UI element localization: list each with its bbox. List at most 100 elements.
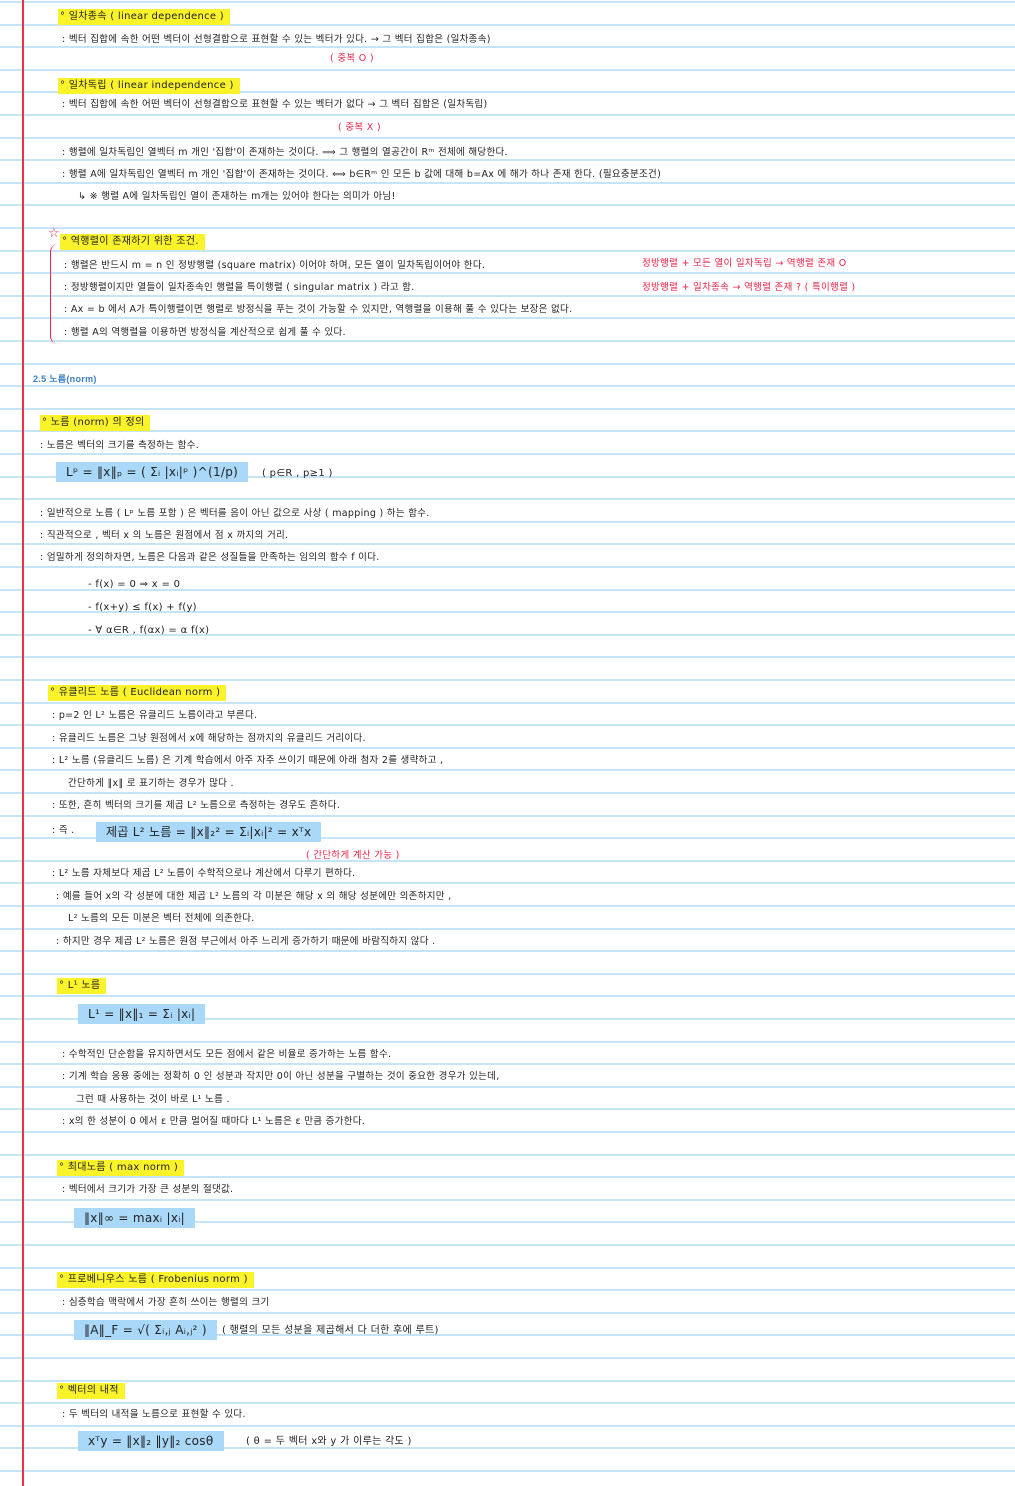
note-line: : 수학적인 단순함을 유지하면서도 모든 점에서 같은 비율로 증가하는 노름…	[62, 1049, 392, 1060]
note-line: : 벡터 집합에 속한 어떤 벡터이 선형결합으로 표현할 수 있는 벡터가 있…	[62, 34, 491, 45]
rule-line	[0, 1312, 1015, 1314]
formula-box: ‖x‖∞ = maxᵢ |xᵢ|	[74, 1208, 196, 1228]
rule-line	[0, 453, 1015, 455]
rule-line	[0, 1289, 1015, 1291]
note-line: : 행렬은 반드시 m = n 인 정방행렬 (square matrix) 이…	[64, 260, 486, 271]
note-line: ( p∈R , p≥1 )	[262, 468, 333, 479]
rule-line	[0, 860, 1015, 862]
note-line: : 정방행렬이지만 열들이 일차종속인 행렬을 특이행렬 ( singular …	[64, 282, 415, 293]
chapter-title: 2.5 노름(norm)	[33, 374, 97, 384]
rule-line	[0, 973, 1015, 975]
note-line: ( 행렬의 모든 성분을 제곱해서 다 더한 후에 루트)	[222, 1325, 439, 1336]
note-line: : 노름은 벡터의 크기를 측정하는 함수.	[40, 440, 200, 451]
section-heading: ° 노름 (norm) 의 정의	[40, 415, 151, 431]
formula-box: Lᵖ = ‖x‖ₚ = ( Σᵢ |xᵢ|ᵖ )^(1/p)	[56, 462, 249, 482]
red-annotation: ( 중복 O )	[330, 53, 374, 64]
rule-line	[0, 724, 1015, 726]
note-line: : 즉 .	[52, 825, 75, 836]
rule-line	[0, 1425, 1015, 1427]
note-line: : p=2 인 L² 노름은 유클리드 노름이라고 부른다.	[52, 710, 258, 721]
section-heading: ° 벡터의 내적	[57, 1383, 125, 1399]
rule-line	[0, 363, 1015, 365]
rule-line	[0, 656, 1015, 658]
red-annotation: 정방행렬 + 모든 열이 일차독립 → 역행렬 존재 O	[642, 258, 847, 269]
note-line: - f(x) = 0 ⇒ x = 0	[88, 579, 181, 590]
section-heading: ° 프로베니우스 노름 ( Frobenius norm )	[57, 1272, 254, 1288]
rule-line	[0, 792, 1015, 794]
note-line: : x의 한 성분이 0 에서 ε 만큼 멀어질 때마다 L¹ 노름은 ε 만큼…	[62, 1116, 366, 1127]
note-line: : 유클리드 노름은 그냥 원점에서 x에 해당하는 점까지의 유클리드 거리이…	[52, 733, 366, 744]
note-line: ( θ = 두 벡터 x와 y 가 이루는 각도 )	[246, 1436, 412, 1447]
rule-line	[0, 1470, 1015, 1472]
rule-line	[0, 340, 1015, 342]
rule-line	[0, 317, 1015, 319]
rule-line	[0, 995, 1015, 997]
rule-line	[0, 182, 1015, 184]
section-heading: ° 일차독립 ( linear independence )	[58, 78, 240, 94]
rule-line	[0, 1199, 1015, 1201]
note-line: : 심층학습 맥락에서 가장 흔히 쓰이는 행렬의 크기	[62, 1297, 270, 1308]
rule-line	[0, 1267, 1015, 1269]
rule-line	[0, 566, 1015, 568]
note-line: : 일반적으로 노름 ( Lᵖ 노름 포함 ) 은 벡터를 음이 아닌 값으로 …	[40, 508, 430, 519]
rule-line	[0, 295, 1015, 297]
rule-line	[0, 815, 1015, 817]
rule-line	[0, 882, 1015, 884]
rule-line	[0, 769, 1015, 771]
red-annotation: ( 중복 X )	[338, 122, 381, 133]
formula-box: ‖A‖_F = √( Σᵢ,ⱼ Aᵢ,ⱼ² )	[74, 1320, 217, 1340]
note-line: : 행렬 A의 역행렬을 이용하면 방정식을 계산적으로 쉽게 풀 수 있다.	[64, 327, 346, 338]
rule-line	[0, 905, 1015, 907]
bracket-mark	[50, 244, 59, 344]
rule-line	[0, 1244, 1015, 1246]
section-heading: ° L¹ 노름	[57, 978, 107, 994]
note-line: ↳ ※ 행렬 A에 일차독립인 열이 존재하는 m개는 있어야 한다는 의미가 …	[78, 191, 396, 202]
rule-line	[0, 543, 1015, 545]
formula-box: 제곱 L² 노름 = ‖x‖₂² = Σᵢ|xᵢ|² = xᵀx	[96, 822, 322, 842]
rule-line	[0, 1, 1015, 3]
rule-line	[0, 250, 1015, 252]
note-line: : 직관적으로 , 벡터 x 의 노름은 원점에서 점 x 까지의 거리.	[40, 530, 289, 541]
note-line: : 행렬 A에 일차독립인 열벡터 m 개인 '집합'이 존재하는 것이다. ⟺…	[62, 169, 662, 180]
note-line: : 엄밀하게 정의하자면, 노름은 다음과 같은 성질들을 만족하는 임의의 함…	[40, 552, 380, 563]
formula-box: L¹ = ‖x‖₁ = Σᵢ |xᵢ|	[78, 1004, 206, 1024]
rule-line	[0, 1176, 1015, 1178]
rule-line	[0, 385, 1015, 387]
rule-line	[0, 702, 1015, 704]
note-line: : L² 노름 (유클리드 노름) 은 기계 학습에서 아주 자주 쓰이기 때문…	[52, 755, 444, 766]
note-line: 그런 때 사용하는 것이 바로 L¹ 노름 .	[76, 1094, 230, 1105]
rule-line	[0, 69, 1015, 71]
rule-line	[0, 137, 1015, 139]
rule-line	[0, 1131, 1015, 1133]
rule-line	[0, 498, 1015, 500]
margin-line	[22, 0, 24, 1486]
rule-line	[0, 1041, 1015, 1043]
rule-line	[0, 1357, 1015, 1359]
rule-line	[0, 204, 1015, 206]
note-line: : 또한, 흔히 벡터의 크기를 제곱 L² 노름으로 측정하는 경우도 흔하다…	[52, 800, 341, 811]
rule-line	[0, 227, 1015, 229]
note-line: - f(x+y) ≤ f(x) + f(y)	[88, 602, 197, 613]
rule-line	[0, 1154, 1015, 1156]
section-heading: ° 최대노름 ( max norm )	[57, 1160, 185, 1176]
rule-line	[0, 430, 1015, 432]
rule-line	[0, 1108, 1015, 1110]
rule-line	[0, 928, 1015, 930]
rule-line	[0, 1380, 1015, 1382]
rule-line	[0, 950, 1015, 952]
red-annotation: ( 간단하게 계산 가능 )	[306, 850, 400, 861]
formula-box: xᵀy = ‖x‖₂ ‖y‖₂ cosθ	[78, 1431, 224, 1451]
note-line: - ∀ α∈R , f(αx) = α f(x)	[88, 625, 210, 636]
section-heading: ° 일차종속 ( linear dependence )	[58, 9, 231, 25]
rule-line	[0, 114, 1015, 116]
note-line: : 예를 들어 x의 각 성분에 대한 제곱 L² 노름의 각 미분은 해당 x…	[56, 891, 452, 902]
rule-line	[0, 408, 1015, 410]
rule-line	[0, 679, 1015, 681]
note-line: : 기계 학습 응용 중에는 정확히 0 인 성분과 작지만 0이 아닌 성분을…	[62, 1071, 500, 1082]
rule-line	[0, 1402, 1015, 1404]
note-line: : 벡터 집합에 속한 어떤 벡터이 선형결합으로 표현할 수 있는 벡터가 없…	[62, 99, 488, 110]
rule-line	[0, 1063, 1015, 1065]
section-heading: ° 역행렬이 존재하기 위한 조건.	[60, 234, 205, 250]
note-line: 간단하게 ‖x‖ 로 표기하는 경우가 많다 .	[68, 778, 234, 789]
star-icon: ☆	[48, 226, 60, 241]
